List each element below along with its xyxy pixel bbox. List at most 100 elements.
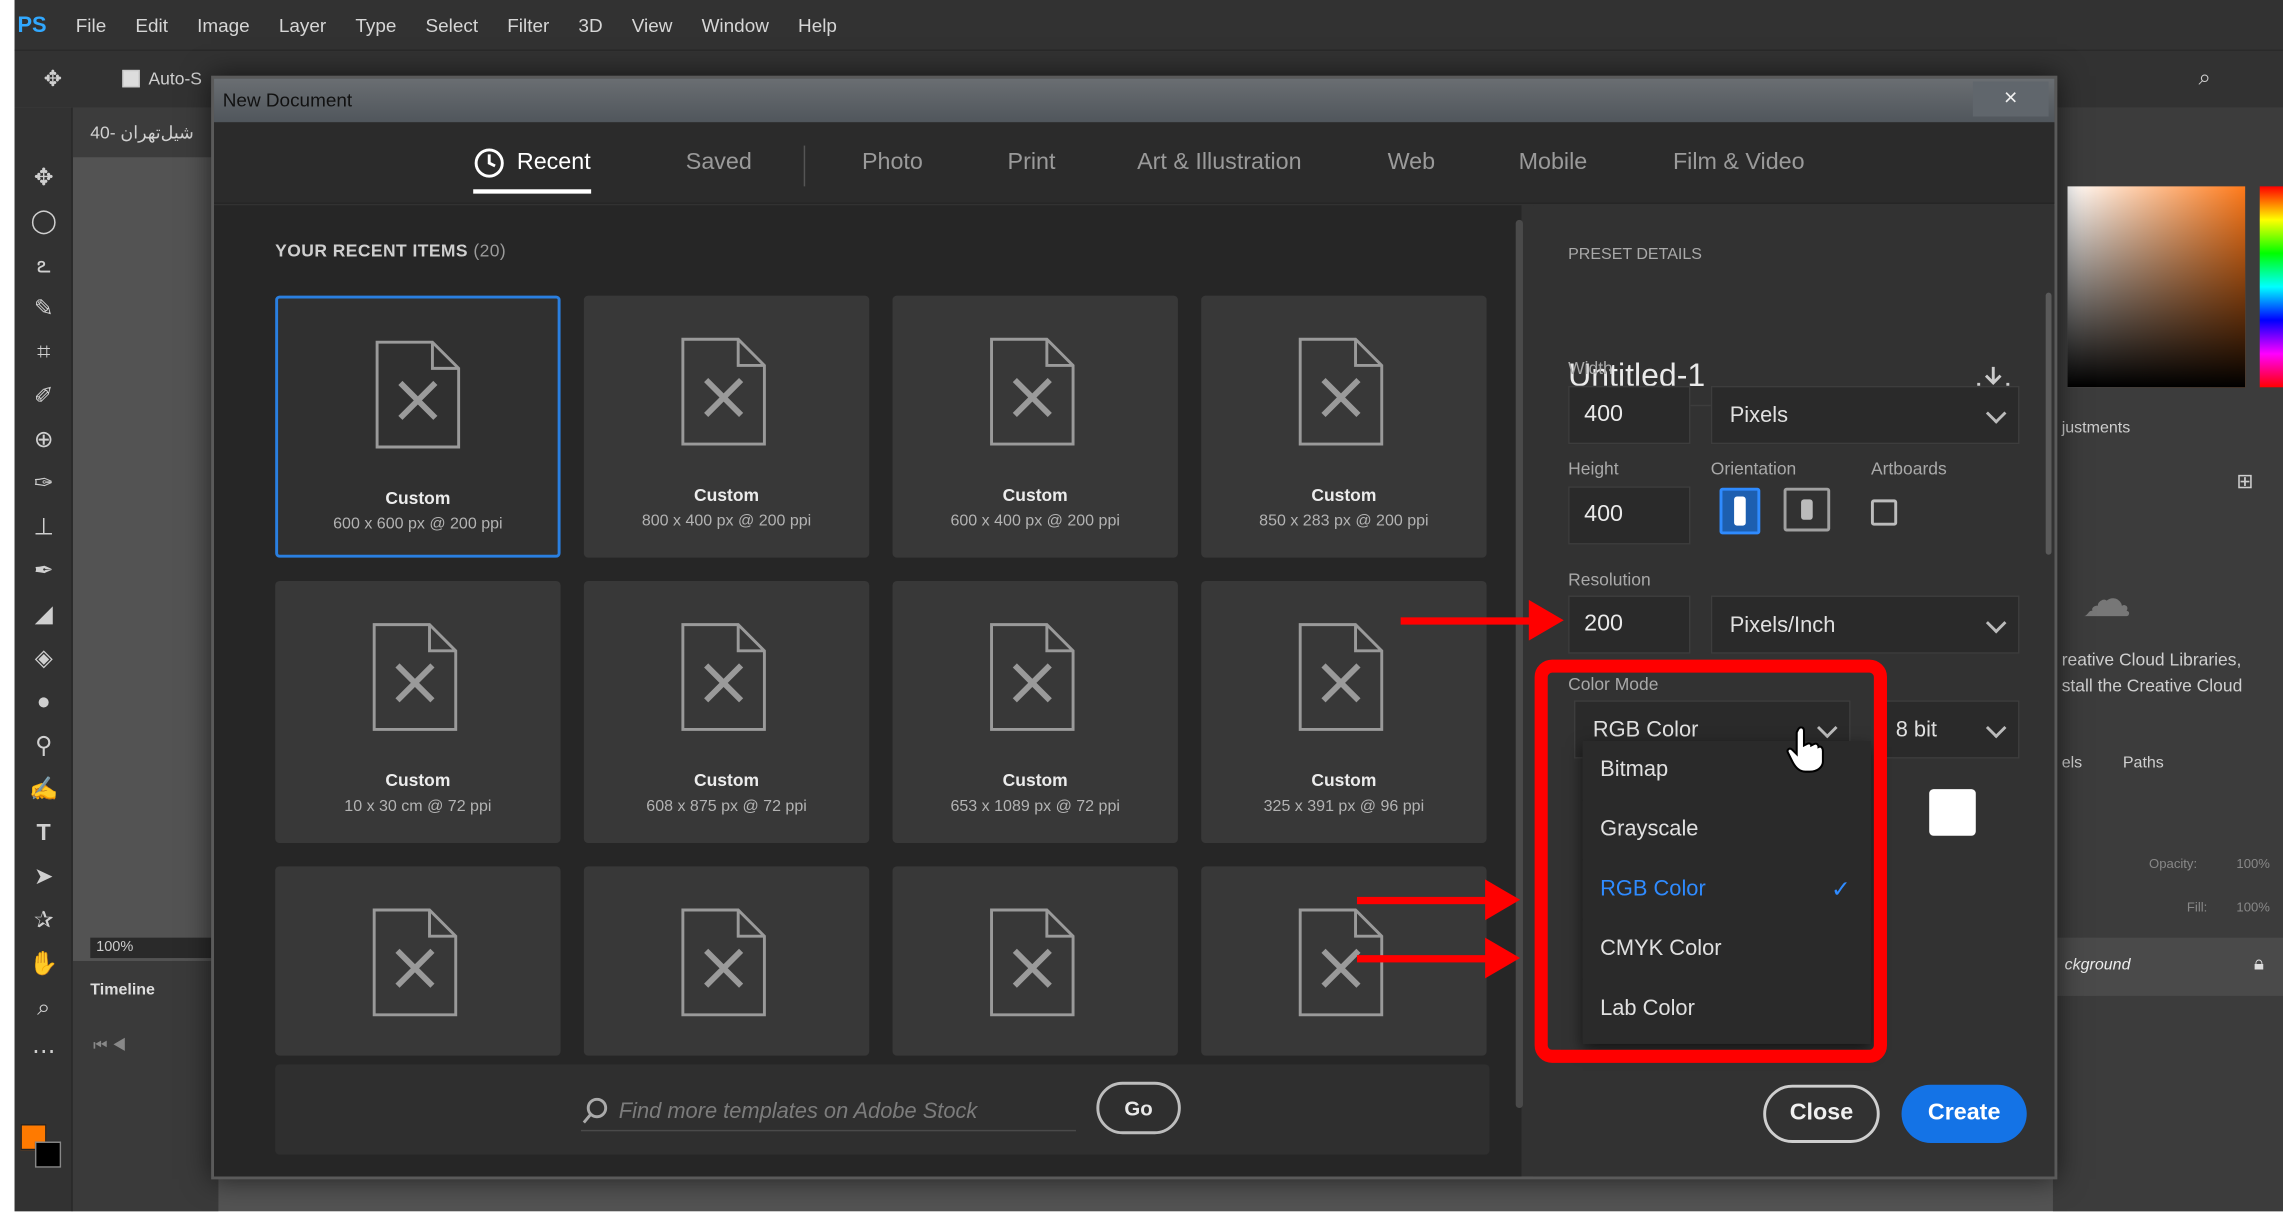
tab-saved[interactable]: Saved [686, 150, 752, 176]
healing-icon[interactable]: ⊕ [23, 422, 64, 460]
eyedropper-icon[interactable]: ✐ [23, 379, 64, 417]
create-button[interactable]: Create [1901, 1084, 2027, 1143]
paths-tab[interactable]: Paths [2123, 754, 2164, 771]
stock-search-input[interactable] [580, 1093, 1076, 1132]
background-color-swatch[interactable] [34, 1141, 62, 1168]
recent-item-card[interactable]: Custom 10 x 30 cm @ 72 ppi [275, 580, 561, 844]
width-field[interactable]: 400 [1568, 385, 1691, 445]
blur-icon[interactable]: ● [23, 684, 64, 722]
artboards-checkbox[interactable] [1870, 499, 1898, 526]
dodge-icon[interactable]: ⚲ [23, 728, 64, 766]
close-icon: × [2003, 85, 2018, 111]
search-icon-top[interactable]: ⌕ [2199, 66, 2211, 91]
marquee-icon[interactable]: ◯ [23, 204, 64, 242]
height-label: Height [1568, 458, 1619, 480]
path-select-icon[interactable]: ➤ [23, 859, 64, 897]
resolution-unit-select[interactable]: Pixels/Inch [1710, 595, 2020, 654]
tab-photo[interactable]: Photo [862, 150, 923, 176]
zoom-icon[interactable]: ⌕ [23, 990, 64, 1028]
dialog-close-button[interactable]: × [1972, 81, 2049, 117]
recent-item-size: 608 x 875 px @ 72 ppi [646, 797, 807, 816]
adjustments-tab[interactable]: justments [2062, 419, 2131, 436]
menu-select[interactable]: Select [425, 14, 478, 36]
fill-value[interactable]: 100% [2236, 900, 2270, 915]
recent-item-card[interactable]: Custom 600 x 600 px @ 200 ppi [275, 295, 561, 558]
recent-item-card[interactable] [275, 866, 561, 1056]
tab-web[interactable]: Web [1388, 150, 1435, 176]
menu-3d[interactable]: 3D [578, 14, 602, 36]
recent-item-card[interactable]: Custom 800 x 400 px @ 200 ppi [583, 295, 870, 558]
document-preset-icon [680, 336, 767, 447]
tab-film-video[interactable]: Film & Video [1673, 150, 1805, 176]
bucket-icon[interactable]: ◈ [23, 641, 64, 679]
menu-help[interactable]: Help [798, 14, 837, 36]
portrait-icon [1734, 496, 1746, 526]
chevron-down-icon [1985, 612, 2007, 634]
tab-separator [803, 145, 806, 187]
lasso-icon[interactable]: ఽ [23, 248, 64, 286]
move-tool-icon[interactable]: ✥ [44, 66, 62, 92]
history-brush-icon[interactable]: ✒ [23, 553, 64, 591]
recent-item-size: 325 x 391 px @ 96 ppi [1263, 797, 1425, 816]
close-button[interactable]: Close [1763, 1084, 1880, 1143]
tab-art-illustration[interactable]: Art & Illustration [1137, 150, 1301, 176]
height-field[interactable]: 400 [1568, 486, 1691, 545]
tab-print[interactable]: Print [1008, 150, 1056, 176]
hue-slider[interactable] [2259, 186, 2283, 388]
bit-depth-select[interactable]: 8 bit [1876, 700, 2020, 759]
quick-select-icon[interactable]: ✎ [23, 291, 64, 329]
annotation-arrow-cmyk [1356, 937, 1521, 979]
menu-file[interactable]: File [76, 14, 107, 36]
layer-row[interactable]: ckground 🔒︎ [2052, 937, 2283, 996]
menu-type[interactable]: Type [355, 14, 396, 36]
width-unit-select[interactable]: Pixels [1710, 385, 2020, 445]
timeline-controls-icon[interactable]: ⏮ ◀ [93, 1037, 126, 1056]
background-color-swatch[interactable] [1929, 789, 1976, 836]
recent-item-name: Custom [1311, 770, 1377, 791]
portrait-orientation-button[interactable] [1719, 487, 1761, 535]
auto-select-checkbox[interactable] [122, 69, 140, 88]
recent-item-card[interactable]: Custom 608 x 875 px @ 72 ppi [583, 580, 870, 844]
more-tools-icon[interactable]: ⋯ [23, 1034, 64, 1072]
menu-window[interactable]: Window [702, 14, 769, 36]
type-icon[interactable]: T [23, 815, 64, 853]
recent-item-card[interactable]: Custom 653 x 1089 px @ 72 ppi [892, 580, 1178, 844]
menu-filter[interactable]: Filter [507, 14, 549, 36]
recent-item-card[interactable] [892, 866, 1178, 1056]
layer-name: ckground [2064, 956, 2131, 975]
recent-item-card[interactable]: Custom 850 x 283 px @ 200 ppi [1201, 295, 1487, 558]
hand-icon[interactable]: ✋ [23, 946, 64, 984]
resolution-field[interactable]: 200 [1568, 595, 1691, 654]
menu-image[interactable]: Image [197, 14, 250, 36]
document-preset-icon [989, 907, 1076, 1018]
pen-icon[interactable]: ✍ [23, 772, 64, 810]
stamp-icon[interactable]: ⊥ [23, 510, 64, 548]
landscape-orientation-button[interactable] [1783, 487, 1831, 532]
recent-item-card[interactable]: Custom 600 x 400 px @ 200 ppi [892, 295, 1178, 558]
document-preset-icon [680, 622, 767, 733]
move-icon[interactable]: ✥ [23, 160, 64, 198]
tab-recent[interactable]: Recent [473, 148, 591, 194]
recent-item-size: 850 x 283 px @ 200 ppi [1259, 512, 1429, 530]
document-preset-icon [680, 907, 767, 1018]
recent-items-pane: YOUR RECENT ITEMS (20) Custom 600 x 600 p… [214, 205, 1523, 1177]
crop-icon[interactable]: ⌗ [23, 335, 64, 373]
grid-view-icon[interactable]: ⊞ [2236, 469, 2253, 494]
recent-item-card[interactable] [583, 866, 870, 1056]
tab-recent-label: Recent [516, 149, 591, 175]
menu-edit[interactable]: Edit [135, 14, 168, 36]
opacity-value[interactable]: 100% [2236, 856, 2270, 871]
document-preset-icon [371, 622, 458, 733]
shape-icon[interactable]: ✰ [23, 903, 64, 941]
width-unit-value: Pixels [1729, 403, 1788, 429]
color-picker-field[interactable] [2067, 186, 2246, 388]
eraser-icon[interactable]: ◢ [23, 597, 64, 635]
menu-layer[interactable]: Layer [279, 14, 326, 36]
tab-mobile[interactable]: Mobile [1519, 150, 1588, 176]
layers-tab[interactable]: els [2062, 754, 2082, 771]
brush-icon[interactable]: ✑ [23, 466, 64, 504]
go-button[interactable]: Go [1096, 1081, 1181, 1135]
details-scrollbar[interactable] [2045, 292, 2052, 555]
menu-view[interactable]: View [632, 14, 673, 36]
document-tab[interactable]: 40- شيل‌تهران [72, 107, 219, 158]
